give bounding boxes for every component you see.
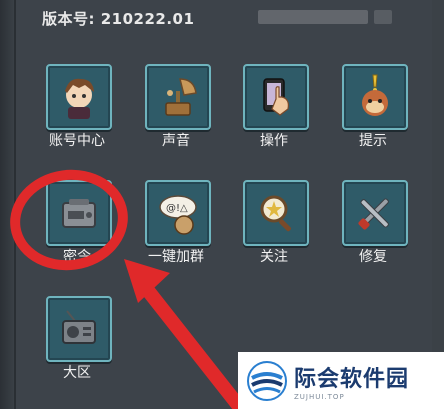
watermark-title: 际会软件园 [294, 366, 410, 392]
red-arrow-annotation [124, 259, 245, 409]
avatar-icon [65, 78, 94, 119]
magnifier-star-icon [260, 195, 291, 232]
watermark: 际会软件园 ZUJHUI.TOP [238, 352, 444, 409]
radio-icon [62, 310, 96, 344]
sound-label: 声音 [162, 133, 190, 149]
screen-frame-left [0, 0, 14, 409]
region-button[interactable] [46, 296, 112, 362]
repair-button[interactable] [342, 180, 408, 246]
chat-bubble-icon: @!△ [159, 195, 197, 235]
blurred-info-small [374, 10, 392, 24]
sound-button[interactable] [145, 64, 211, 130]
account-center-label: 账号中心 [49, 133, 105, 149]
wrench-screwdriver-icon [358, 198, 389, 230]
tips-label: 提示 [359, 133, 387, 149]
blurred-info [258, 10, 368, 24]
repair-label: 修复 [359, 249, 387, 265]
follow-button[interactable] [243, 180, 309, 246]
watermark-subtitle: ZUJHUI.TOP [294, 392, 345, 401]
controls-label: 操作 [260, 133, 288, 149]
phone-touch-icon [263, 78, 289, 116]
tips-button[interactable] [342, 64, 408, 130]
join-group-button[interactable]: @!△ [145, 180, 211, 246]
account-center-button[interactable] [46, 64, 112, 130]
region-label: 大区 [63, 365, 91, 381]
version-label: 版本号: 210222.01 [42, 10, 195, 28]
controls-button[interactable] [243, 64, 309, 130]
gramophone-icon [165, 78, 197, 116]
character-hint-icon [362, 74, 388, 116]
watermark-logo-icon [247, 360, 287, 401]
svg-text:@!△: @!△ [166, 203, 188, 214]
